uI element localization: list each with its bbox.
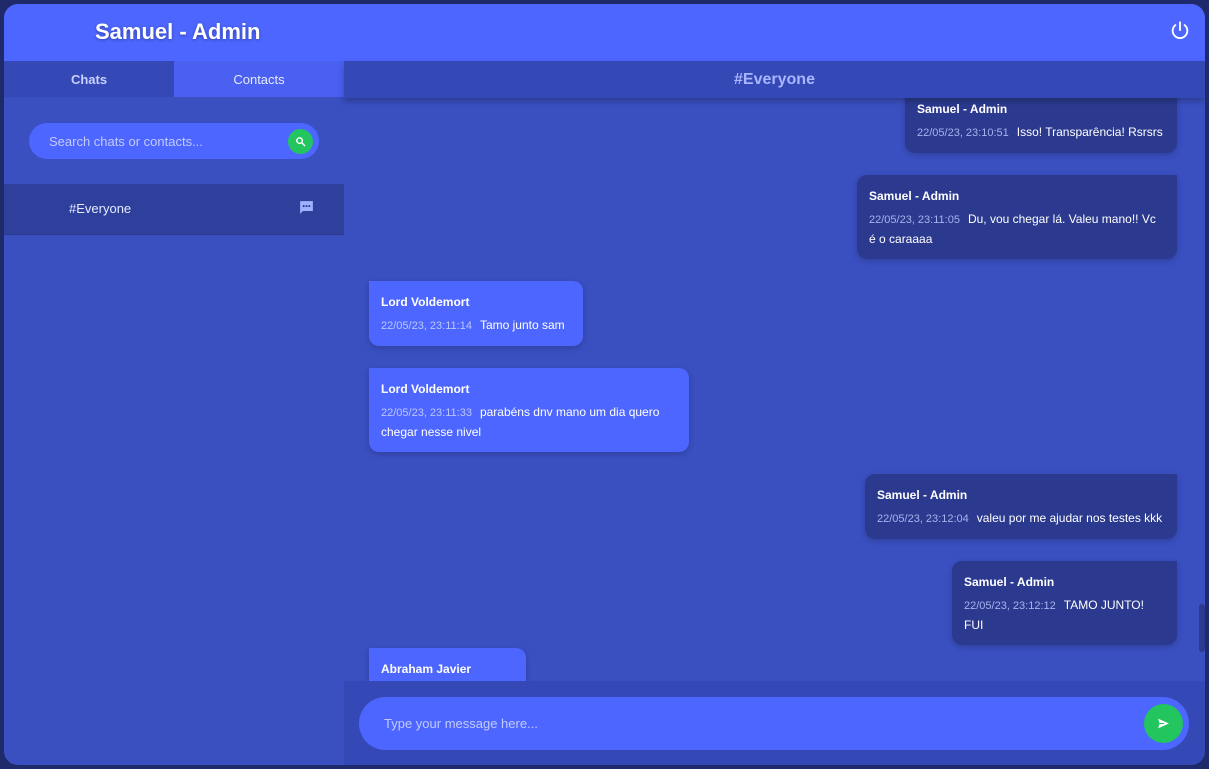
message-author: Abraham Javier: [381, 662, 472, 676]
search-box: [29, 123, 319, 159]
message-bubble: Samuel - Admin 22/05/23, 23:10:51 Isso! T…: [905, 98, 1177, 153]
message-list[interactable]: Samuel - Admin 22/05/23, 23:10:51 Isso! T…: [344, 98, 1205, 681]
message-text: Isso! Transparência! Rsrsrs: [1016, 125, 1163, 139]
search-icon[interactable]: [288, 129, 313, 154]
message-author: Lord Voldemort: [381, 382, 470, 396]
chat-item-label: #Everyone: [69, 201, 132, 216]
chat-app: Samuel - Admin Chats Contacts #Everyone: [4, 4, 1205, 765]
message-author: Samuel - Admin: [964, 575, 1055, 589]
tab-contacts[interactable]: Contacts: [174, 61, 344, 97]
app-header: Samuel - Admin: [4, 4, 1205, 61]
message-author: Samuel - Admin: [917, 102, 1008, 116]
composer-box: [359, 697, 1189, 750]
message-bubble: Samuel - Admin 22/05/23, 23:12:04 valeu p…: [865, 474, 1177, 539]
chat-bubble-icon: [298, 199, 315, 216]
message-composer: [344, 681, 1205, 765]
message-bubble: Lord Voldemort 22/05/23, 23:11:14 Tamo ju…: [369, 281, 583, 346]
sidebar: Chats Contacts #Everyone: [4, 61, 344, 765]
power-icon[interactable]: [1169, 20, 1191, 42]
message-input[interactable]: [384, 697, 1124, 750]
scrollbar-thumb[interactable]: [1199, 604, 1205, 652]
chat-panel: #Everyone Samuel - Admin 22/05/23, 23:10…: [344, 61, 1205, 765]
chat-item-everyone[interactable]: #Everyone: [4, 184, 344, 235]
message-bubble: Lord Voldemort 22/05/23, 23:11:33 parabén…: [369, 368, 689, 452]
message-author: Lord Voldemort: [381, 295, 470, 309]
message-bubble: Samuel - Admin 22/05/23, 23:11:05 Du, vou…: [857, 175, 1177, 259]
send-icon: [1158, 718, 1169, 729]
message-time: 22/05/23, 23:12:12: [964, 600, 1056, 612]
message-text: Tamo junto sam: [479, 318, 565, 332]
message-bubble: Samuel - Admin 22/05/23, 23:12:12 TAMO JU…: [952, 561, 1177, 645]
user-title: Samuel - Admin: [95, 19, 261, 44]
message-time: 22/05/23, 23:12:04: [877, 513, 969, 525]
message-text: valeu por me ajudar nos testes kkk: [976, 511, 1163, 525]
send-button[interactable]: [1144, 704, 1183, 743]
tab-chats[interactable]: Chats: [4, 61, 174, 97]
message-scrollbar[interactable]: [1199, 98, 1205, 681]
sidebar-tabs: Chats Contacts: [4, 61, 344, 97]
message-author: Samuel - Admin: [869, 189, 960, 203]
room-title: #Everyone: [734, 70, 815, 88]
room-header: #Everyone: [344, 61, 1205, 98]
search-input[interactable]: [49, 123, 279, 159]
message-author: Samuel - Admin: [877, 488, 968, 502]
message-time: 22/05/23, 23:10:51: [917, 127, 1009, 139]
message-time: 22/05/23, 23:11:14: [381, 320, 472, 332]
message-time: 22/05/23, 23:11:33: [381, 407, 472, 419]
message-bubble: Abraham Javier: [369, 648, 526, 681]
message-time: 22/05/23, 23:11:05: [869, 214, 960, 226]
